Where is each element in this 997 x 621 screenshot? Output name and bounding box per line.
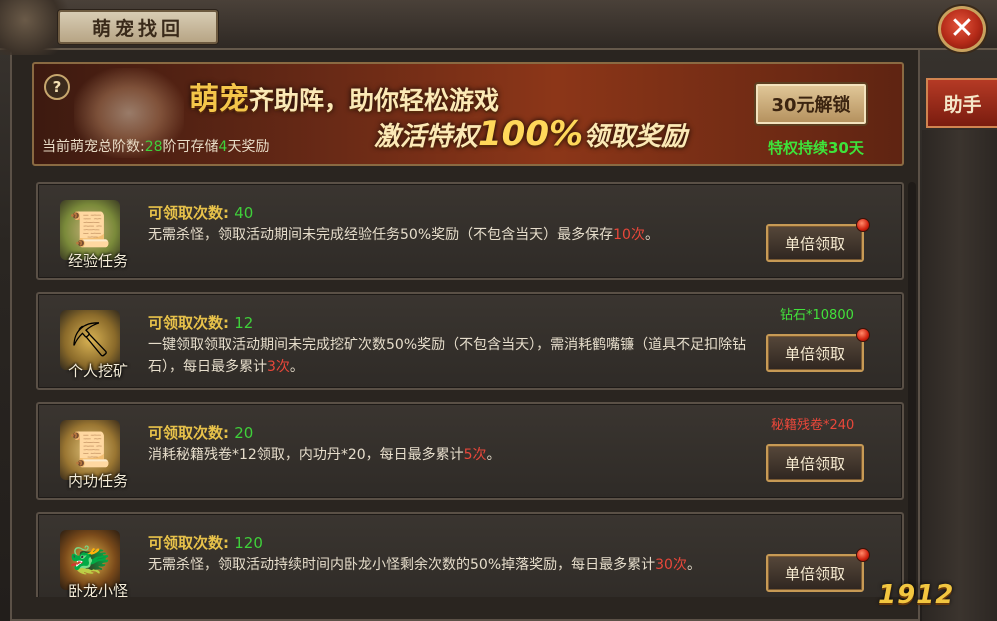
row-description: 消耗秘籍残卷*12领取，内功丹*20，每日最多累计5次。 xyxy=(148,444,748,466)
notification-dot-icon xyxy=(856,328,870,342)
claim-count-label: 可领取次数: xyxy=(148,204,229,222)
claim-button-label: 单倍领取 xyxy=(784,454,845,473)
desc-limit: 5次 xyxy=(463,447,487,463)
slogan2-percent: 100% xyxy=(478,114,584,154)
exp-scroll-glyph: 📜 xyxy=(68,210,112,250)
desc-text: 一键领取领取活动期间未完成挖矿次数50%奖励（不包含当天），需消耗鹤嘴镰（道具不… xyxy=(148,337,747,375)
single-claim-button[interactable]: 单倍领取 xyxy=(766,554,864,592)
claim-count: 可领取次数: 40 xyxy=(148,202,253,223)
claim-count-label: 可领取次数: xyxy=(148,314,229,332)
pet-level-storage-info: 当前萌宠总阶数:28阶可存储4天奖励 xyxy=(42,136,269,156)
slogan-highlight: 萌宠 xyxy=(189,82,249,117)
banner-slogan-secondary: 激活特权100%领取奖励 xyxy=(374,114,687,154)
store-suffix: 天奖励 xyxy=(227,139,270,155)
claim-count-value: 12 xyxy=(234,314,254,332)
single-claim-button[interactable]: 单倍领取 xyxy=(766,444,864,482)
claim-button-label: 单倍领取 xyxy=(784,234,845,253)
list-item: 📜 内功任务 可领取次数: 20 消耗秘籍残卷*12领取，内功丹*20，每日最多… xyxy=(36,402,904,500)
row-description: 无需杀怪，领取活动持续时间内卧龙小怪剩余次数的50%掉落奖励，每日最多累计30次… xyxy=(148,554,748,576)
dragon-monster-glyph: 🐲 xyxy=(68,540,112,580)
claim-button-label: 单倍领取 xyxy=(784,564,845,583)
claim-count: 可领取次数: 120 xyxy=(148,532,263,553)
list-item: 📜 经验任务 可领取次数: 40 无需杀怪，领取活动期间未完成经验任务50%奖励… xyxy=(36,182,904,280)
list-scrollbar[interactable] xyxy=(908,182,916,597)
site-watermark-logo: 1912 xyxy=(878,580,955,610)
internal-skill-glyph: 📜 xyxy=(68,430,112,470)
slogan-rest: 齐助阵，助你轻松游戏 xyxy=(249,86,500,115)
single-claim-button[interactable]: 单倍领取 xyxy=(766,224,864,262)
desc-tail: 。 xyxy=(686,557,701,573)
notification-dot-icon xyxy=(856,548,870,562)
store-mid: 阶可存储 xyxy=(162,139,219,155)
desc-limit: 10次 xyxy=(613,227,645,243)
assistant-tab[interactable]: 助手 xyxy=(926,78,997,128)
game-window: 萌宠找回 ✕ 助手 ? 萌宠齐助阵，助你轻松游戏 激活特权100%领取奖励 当前… xyxy=(0,0,997,621)
scroll-cost: 秘籍残卷*240 xyxy=(771,418,855,433)
slogan2-suffix: 领取奖励 xyxy=(583,122,688,152)
single-claim-button[interactable]: 单倍领取 xyxy=(766,334,864,372)
list-item: 🐲 卧龙小怪 可领取次数: 120 无需杀怪，领取活动持续时间内卧龙小怪剩余次数… xyxy=(36,512,904,597)
claim-count: 可领取次数: 12 xyxy=(148,312,253,333)
claim-count-value: 20 xyxy=(234,424,254,442)
close-button[interactable]: ✕ xyxy=(938,6,986,52)
desc-limit: 3次 xyxy=(267,359,290,375)
help-icon[interactable]: ? xyxy=(44,74,70,100)
desc-limit: 30次 xyxy=(655,557,687,573)
desc-tail: 。 xyxy=(644,227,659,243)
title-bar: 萌宠找回 xyxy=(0,0,997,55)
close-icon: ✕ xyxy=(949,11,975,46)
assistant-tab-label: 助手 xyxy=(943,93,982,116)
claim-count-label: 可领取次数: xyxy=(148,534,229,552)
desc-text: 无需杀怪，领取活动持续时间内卧龙小怪剩余次数的50%掉落奖励，每日最多累计 xyxy=(148,557,656,573)
row-description: 无需杀怪，领取活动期间未完成经验任务50%奖励（不包含当天）最多保存10次。 xyxy=(148,224,748,246)
row-label: 个人挖矿 xyxy=(67,362,128,380)
privilege-duration: 特权持续30天 xyxy=(768,139,864,157)
list-item: ⛏ 个人挖矿 可领取次数: 12 一键领取领取活动期间未完成挖矿次数50%奖励（… xyxy=(36,292,904,390)
desc-tail: 。 xyxy=(289,359,304,375)
desc-tail: 。 xyxy=(486,447,501,463)
claim-count-value: 120 xyxy=(234,534,263,552)
slogan2-prefix: 激活特权 xyxy=(374,122,479,152)
banner-slogan-primary: 萌宠齐助阵，助你轻松游戏 xyxy=(189,74,499,118)
pet-total-level: 28 xyxy=(144,139,163,155)
store-prefix: 当前萌宠总阶数: xyxy=(42,139,145,155)
claim-button-label: 单倍领取 xyxy=(784,344,845,363)
side-column xyxy=(922,130,997,621)
diamond-cost: 钻石*10800 xyxy=(780,308,854,323)
help-glyph: ? xyxy=(52,78,62,96)
claim-count-value: 40 xyxy=(234,204,254,222)
row-description: 一键领取领取活动期间未完成挖矿次数50%奖励（不包含当天），需消耗鹤嘴镰（道具不… xyxy=(148,334,748,378)
desc-text: 消耗秘籍残卷*12领取，内功丹*20，每日最多累计 xyxy=(148,447,464,463)
window-title: 萌宠找回 xyxy=(91,17,184,40)
pickaxe-glyph: ⛏ xyxy=(68,320,112,360)
row-label: 卧龙小怪 xyxy=(67,582,128,597)
promo-banner: ? 萌宠齐助阵，助你轻松游戏 激活特权100%领取奖励 当前萌宠总阶数:28阶可… xyxy=(32,62,904,166)
claim-count: 可领取次数: 20 xyxy=(148,422,253,443)
reward-list: 📜 经验任务 可领取次数: 40 无需杀怪，领取活动期间未完成经验任务50%奖励… xyxy=(36,182,904,597)
unlock-button-label: 30元解锁 xyxy=(771,95,851,116)
row-label: 内功任务 xyxy=(67,472,128,490)
row-label: 经验任务 xyxy=(67,252,128,270)
desc-text: 无需杀怪，领取活动期间未完成经验任务50%奖励（不包含当天）最多保存 xyxy=(148,227,614,243)
claim-count-label: 可领取次数: xyxy=(148,424,229,442)
notification-dot-icon xyxy=(856,218,870,232)
unlock-button[interactable]: 30元解锁 xyxy=(754,82,868,126)
title-plate: 萌宠找回 xyxy=(58,10,218,44)
